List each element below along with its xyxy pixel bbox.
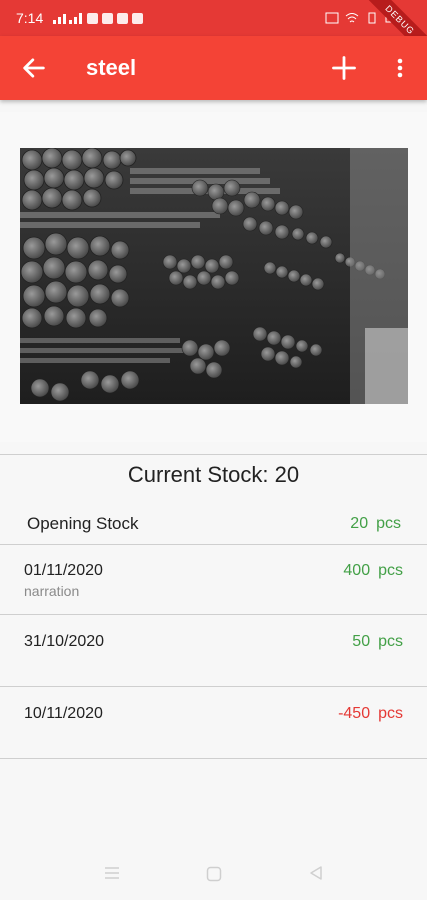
wifi-icon xyxy=(345,13,359,23)
status-left: 7:14 xyxy=(16,10,144,26)
status-time: 7:14 xyxy=(16,10,44,26)
page-title: steel xyxy=(86,55,137,80)
system-nav-bar xyxy=(0,846,427,900)
entry-qty: 400 pcs xyxy=(343,562,403,580)
entry-date: 31/10/2020 xyxy=(24,633,105,650)
signal-icon xyxy=(53,13,83,24)
divider xyxy=(0,758,427,759)
plus-icon[interactable] xyxy=(330,54,358,82)
entry-date: 10/11/2020 xyxy=(24,705,103,722)
entry-narration: narration xyxy=(24,583,80,599)
qty-value: 20 xyxy=(350,515,369,532)
current-stock-text: Current Stock: 20 xyxy=(127,462,300,487)
back-nav-icon[interactable] xyxy=(308,865,324,881)
notification-icon xyxy=(87,12,99,24)
entry-qty: 50 pcs xyxy=(352,633,403,651)
opening-stock-row: Opening Stock 20 pcs xyxy=(0,512,427,544)
more-vert-icon[interactable] xyxy=(388,54,412,82)
notification-icon xyxy=(117,12,129,24)
volte-icon xyxy=(325,12,339,24)
arrow-left-icon[interactable] xyxy=(20,54,48,82)
image-area xyxy=(0,112,427,442)
list-item[interactable]: 31/10/2020 50 pcs xyxy=(0,615,427,686)
qty-value: 400 xyxy=(343,562,371,579)
opening-stock-qty: 20 pcs xyxy=(350,515,401,533)
recent-apps-icon[interactable] xyxy=(104,866,120,880)
app-bar: steel xyxy=(0,36,427,100)
list-item[interactable]: 10/11/2020 -450 pcs xyxy=(0,687,427,758)
notification-icon xyxy=(102,12,114,24)
entry-date: 01/11/2020 xyxy=(24,562,103,579)
status-bar: 7:14 DEBUG xyxy=(0,0,427,65)
entry-qty: -450 pcs xyxy=(338,705,403,723)
qty-value: 50 xyxy=(352,633,371,650)
vibrate-icon xyxy=(368,12,376,24)
notification-icon xyxy=(132,12,144,24)
qty-unit: pcs xyxy=(378,705,403,722)
divider xyxy=(0,454,427,455)
list-item[interactable]: 01/11/2020 narration 400 pcs xyxy=(0,545,427,614)
qty-unit: pcs xyxy=(378,562,403,579)
status-icons-left xyxy=(53,12,144,24)
qty-unit: pcs xyxy=(376,515,401,532)
qty-value: -450 xyxy=(338,705,371,722)
opening-stock-label: Opening Stock xyxy=(27,514,139,533)
product-image xyxy=(20,148,408,404)
home-icon[interactable] xyxy=(206,866,222,882)
qty-unit: pcs xyxy=(378,633,403,650)
